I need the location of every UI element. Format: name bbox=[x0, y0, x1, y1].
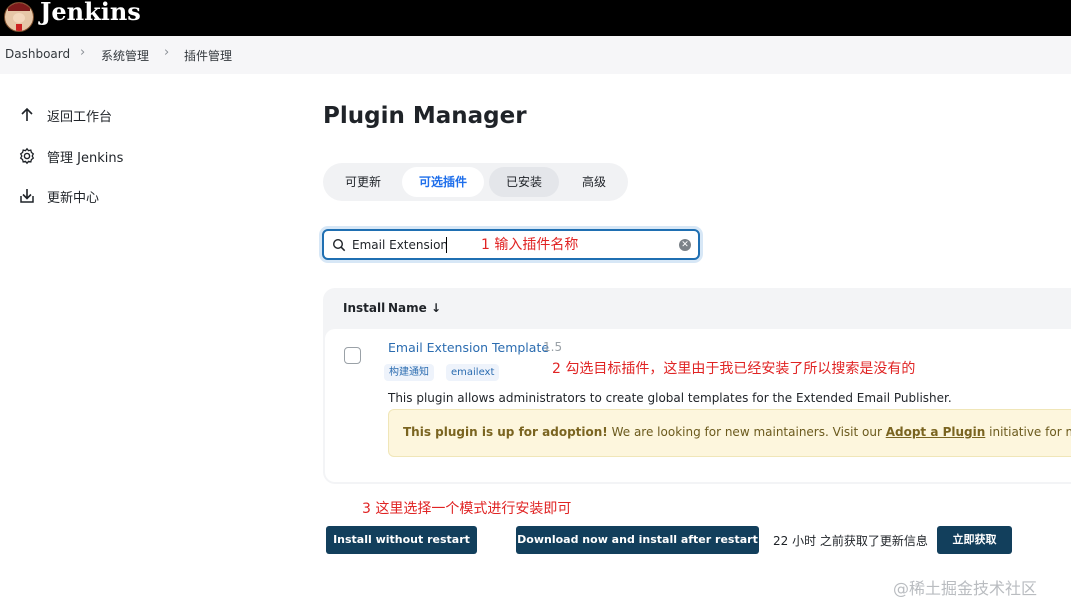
adoption-tail: initiative for more int bbox=[989, 425, 1071, 439]
adoption-text: We are looking for new maintainers. Visi… bbox=[607, 425, 886, 439]
install-without-restart-button[interactable]: Install without restart bbox=[326, 526, 477, 554]
top-header: Jenkins bbox=[0, 0, 1071, 36]
tab-updates[interactable]: 可更新 bbox=[333, 167, 393, 197]
adoption-title: This plugin is up for adoption! bbox=[403, 425, 608, 439]
update-status-text: 22 小时 之前获取了更新信息 bbox=[773, 534, 928, 548]
sidebar-item-label: 返回工作台 bbox=[47, 109, 113, 125]
plugin-description: This plugin allows administrators to cre… bbox=[388, 391, 952, 405]
plugin-tag[interactable]: emailext bbox=[446, 364, 500, 381]
tab-installed[interactable]: 已安装 bbox=[489, 167, 559, 197]
search-input[interactable]: Email Extension bbox=[352, 238, 448, 252]
sidebar-item-update-center[interactable]: 更新中心 bbox=[18, 184, 99, 208]
install-checkbox[interactable] bbox=[344, 347, 361, 364]
clear-icon[interactable]: ✕ bbox=[679, 239, 691, 251]
annotation-step-1: 1 输入插件名称 bbox=[481, 237, 579, 253]
tab-available-plugins[interactable]: 可选插件 bbox=[402, 167, 484, 197]
plugin-name-link[interactable]: Email Extension Template bbox=[388, 340, 549, 355]
brand-name[interactable]: Jenkins bbox=[40, 0, 141, 26]
column-header-name[interactable]: Name ↓ bbox=[388, 301, 441, 315]
tab-advanced[interactable]: 高级 bbox=[566, 167, 622, 197]
chevron-right-icon: › bbox=[80, 45, 86, 60]
page-title: Plugin Manager bbox=[323, 103, 527, 129]
plugin-tag[interactable]: 构建通知 bbox=[384, 364, 434, 381]
breadcrumb-plugin-management[interactable]: 插件管理 bbox=[184, 47, 232, 64]
search-icon bbox=[332, 238, 346, 252]
annotation-step-3: 3 这里选择一个模式进行安装即可 bbox=[362, 501, 572, 517]
text-cursor bbox=[446, 237, 447, 253]
table-row: Email Extension Template 1.5 构建通知 emaile… bbox=[325, 329, 1071, 482]
jenkins-logo-icon[interactable] bbox=[4, 2, 34, 32]
sidebar-item-manage-jenkins[interactable]: 管理 Jenkins bbox=[18, 144, 123, 168]
gear-icon bbox=[19, 147, 35, 165]
sidebar-item-label: 管理 Jenkins bbox=[47, 150, 124, 166]
column-header-install: Install bbox=[343, 301, 386, 315]
breadcrumb-system-management[interactable]: 系统管理 bbox=[101, 47, 149, 64]
plugin-table: Install Name ↓ Email Extension Template … bbox=[323, 288, 1071, 484]
arrow-up-icon bbox=[21, 107, 33, 121]
breadcrumb-dashboard[interactable]: Dashboard bbox=[5, 47, 70, 61]
breadcrumb: Dashboard › 系统管理 › 插件管理 bbox=[0, 36, 1071, 74]
download-install-after-restart-button[interactable]: Download now and install after restart bbox=[516, 526, 759, 554]
sidebar-item-back-to-dashboard[interactable]: 返回工作台 bbox=[18, 103, 112, 127]
check-now-button[interactable]: 立即获取 bbox=[937, 526, 1012, 554]
adopt-a-plugin-link[interactable]: Adopt a Plugin bbox=[886, 425, 986, 439]
tab-bar: 可更新 可选插件 已安装 高级 bbox=[323, 163, 628, 201]
download-icon bbox=[20, 189, 34, 203]
watermark: @稀土掘金技术社区 bbox=[893, 579, 1038, 598]
adoption-notice: This plugin is up for adoption! We are l… bbox=[388, 409, 1071, 457]
chevron-right-icon: › bbox=[164, 45, 170, 60]
sidebar-item-label: 更新中心 bbox=[47, 190, 100, 206]
annotation-step-2: 2 勾选目标插件，这里由于我已经安装了所以搜索是没有的 bbox=[552, 361, 916, 377]
plugin-version: 1.5 bbox=[543, 340, 563, 354]
